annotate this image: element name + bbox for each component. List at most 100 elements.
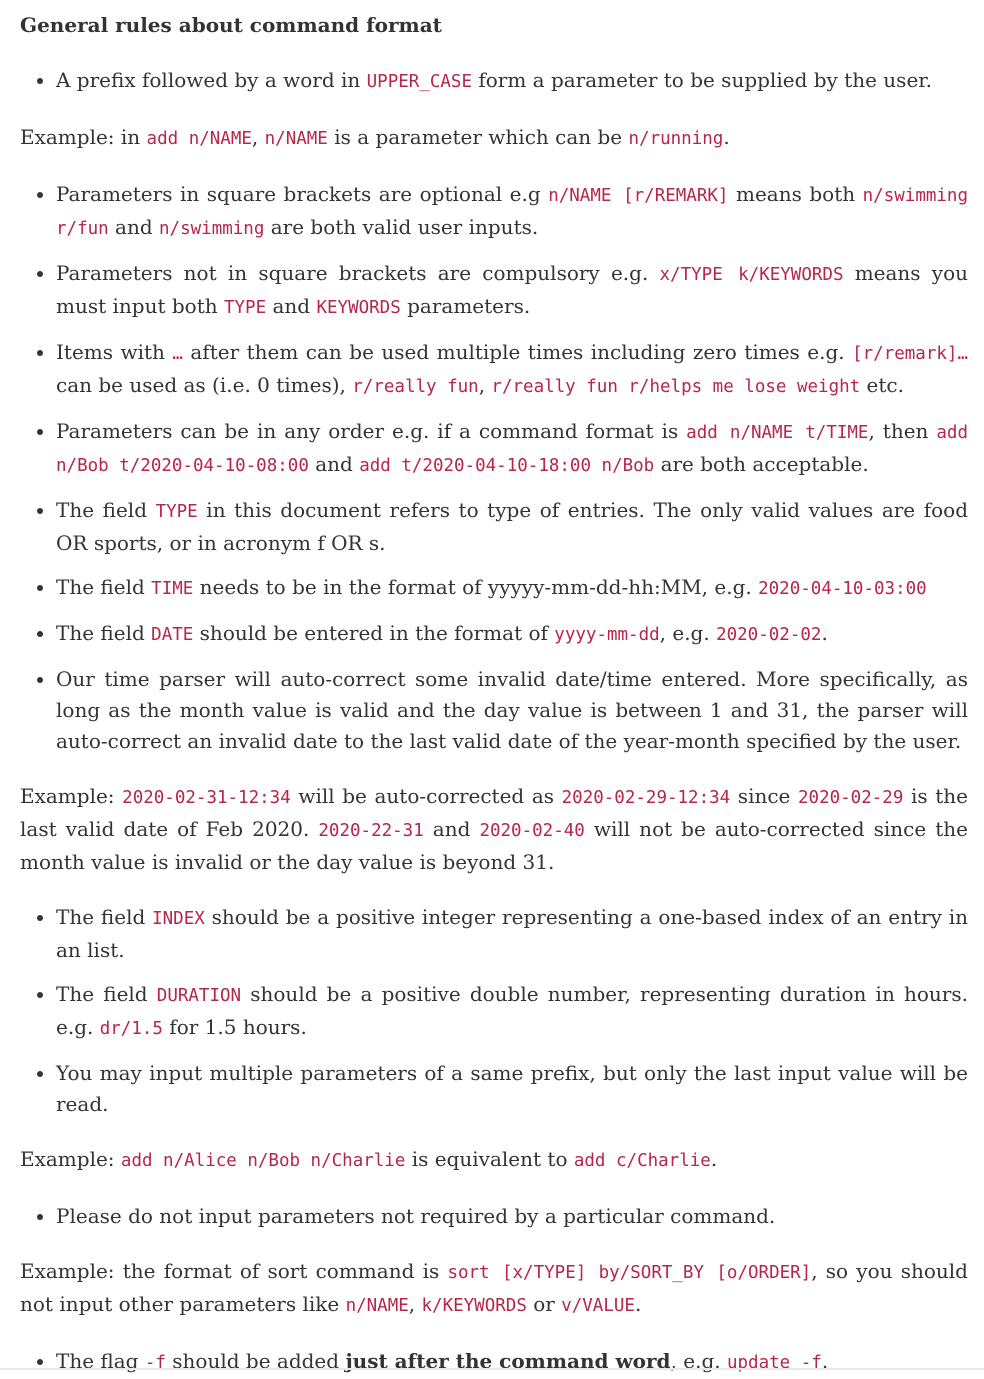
text-run: after them can be used multiple times in… <box>182 340 853 364</box>
example-paragraph: Example: the format of sort command is s… <box>20 1256 968 1322</box>
rule-item: A prefix followed by a word in UPPER_CAS… <box>56 65 968 98</box>
text-run: form a parameter to be supplied by the u… <box>471 68 932 92</box>
rule-item: The field TYPE in this document refers t… <box>56 495 968 559</box>
text-run: , <box>408 1292 422 1316</box>
rule-item: Our time parser will auto-correct some i… <box>56 664 968 757</box>
rule-item: Parameters can be in any order e.g. if a… <box>56 416 968 482</box>
rule-item: Parameters in square brackets are option… <box>56 179 968 245</box>
inline-code: yyyy-mm-dd <box>554 625 660 645</box>
rule-list: Please do not input parameters not requi… <box>20 1201 968 1232</box>
rule-item: The field INDEX should be a positive int… <box>56 902 968 966</box>
text-run: , <box>251 125 265 149</box>
text-run: can be used as <box>56 373 213 397</box>
inline-code: 2020-02-31-12:34 <box>122 788 291 808</box>
rule-list: Parameters in square brackets are option… <box>20 179 968 757</box>
inline-code: n/swimming <box>159 219 265 239</box>
text-run: Example: <box>20 784 123 808</box>
rule-item: Please do not input parameters not requi… <box>56 1201 968 1232</box>
text-run: since <box>730 784 798 808</box>
inline-code: sort [x/TYPE] by/SORT_BY [o/ORDER] <box>447 1263 812 1283</box>
rule-item: You may input multiple parameters of a s… <box>56 1058 968 1120</box>
inline-code: add n/NAME t/TIME <box>686 423 869 443</box>
inline-code: dr/1.5 <box>99 1019 163 1039</box>
example-paragraph: Example: add n/Alice n/Bob n/Charlie is … <box>20 1144 968 1177</box>
text-run: Items with <box>56 340 173 364</box>
text-run: The field <box>56 982 157 1006</box>
rule-item: Items with … after them can be used mult… <box>56 337 968 403</box>
inline-code: 2020-22-31 <box>318 821 424 841</box>
text-run: will be auto-corrected as <box>290 784 562 808</box>
text-run: and <box>308 452 360 476</box>
inline-code: update -f <box>726 1353 822 1373</box>
section-heading: General rules about command format <box>20 13 442 37</box>
text-run: . <box>710 1147 718 1171</box>
text-run: Parameters not in square brackets are co… <box>56 261 660 285</box>
text-run: The field <box>56 621 152 645</box>
text-run: parameters. <box>400 294 531 318</box>
text-run: and <box>108 215 160 239</box>
inline-code: x/TYPE k/KEYWORDS <box>659 265 844 285</box>
inline-code: KEYWORDS <box>316 298 401 318</box>
rule-list: A prefix followed by a word in UPPER_CAS… <box>20 65 968 98</box>
inline-code: k/KEYWORDS <box>421 1296 527 1316</box>
text-run: The field <box>56 498 156 522</box>
inline-code: add c/Charlie <box>573 1151 711 1171</box>
text-run: , <box>478 373 492 397</box>
rule-item: The field DURATION should be a positive … <box>56 979 968 1045</box>
text-run: should be entered in the format of <box>193 621 555 645</box>
inline-code: 2020-02-40 <box>479 821 585 841</box>
text-run: are both acceptable. <box>654 452 869 476</box>
inline-code: add t/2020-04-10-18:00 n/Bob <box>359 456 655 476</box>
inline-code: n/NAME [r/REMARK] <box>548 186 729 206</box>
inline-code: -f <box>144 1353 166 1373</box>
text-run: . <box>634 1292 642 1316</box>
inline-code: 2020-02-02 <box>716 625 822 645</box>
text-run: or <box>526 1292 562 1316</box>
inline-code: UPPER_CASE <box>366 72 472 92</box>
inline-code: v/VALUE <box>561 1296 635 1316</box>
rule-item: Parameters not in square brackets are co… <box>56 258 968 324</box>
text-run: A prefix followed by a word in <box>56 68 367 92</box>
inline-code: TIME <box>151 579 194 599</box>
example-paragraph: Example: in add n/NAME, n/NAME is a para… <box>20 122 968 155</box>
text-run: Parameters in square brackets are option… <box>56 182 549 206</box>
inline-code: … <box>172 344 183 364</box>
rule-item: The field DATE should be entered in the … <box>56 618 968 651</box>
text-run: Example: <box>20 1147 121 1171</box>
inline-code: 2020-02-29 <box>798 788 904 808</box>
text-run: . <box>723 125 730 149</box>
example-paragraph: Example: 2020-02-31-12:34 will be auto-c… <box>20 781 968 878</box>
inline-code: n/running <box>628 129 724 149</box>
text-run: etc. <box>860 373 904 397</box>
text-run: and <box>266 294 317 318</box>
inline-code: n/NAME <box>264 129 328 149</box>
text-run: Example: the format of sort command is <box>20 1259 448 1283</box>
text-run: is a parameter which can be <box>327 125 629 149</box>
text-run: Parameters can be in any order e.g. if a… <box>56 419 687 443</box>
text-run: . <box>821 621 828 645</box>
inline-code: r/really fun <box>352 377 479 397</box>
text-run: is equivalent to <box>405 1147 574 1171</box>
text-run: needs to be in the format of yyyyy-mm-dd… <box>193 575 759 599</box>
text-run: , e.g. <box>659 621 717 645</box>
text-run: The field <box>56 905 153 929</box>
text-run: for 1.5 hours. <box>162 1015 307 1039</box>
inline-code: TYPE <box>223 298 267 318</box>
text-run: are both valid user inputs. <box>264 215 539 239</box>
text-run: Our time parser will auto-correct some i… <box>56 667 968 753</box>
text-run: You may input multiple parameters of a s… <box>56 1061 968 1116</box>
rule-list: The flag -f should be added just after t… <box>20 1346 968 1379</box>
inline-code: TYPE <box>155 502 198 522</box>
rule-item: The flag -f should be added just after t… <box>56 1346 968 1379</box>
inline-code: DATE <box>151 625 194 645</box>
inline-code: 2020-02-29-12:34 <box>561 788 731 808</box>
inline-code: [r/remark]… <box>852 344 968 364</box>
text-run: , then <box>868 419 937 443</box>
rule-list: The field INDEX should be a positive int… <box>20 902 968 1120</box>
text-run: and <box>423 817 480 841</box>
inline-code: add n/Alice n/Bob n/Charlie <box>120 1151 406 1171</box>
inline-code: INDEX <box>152 909 205 929</box>
rule-item: The field TIME needs to be in the format… <box>56 572 968 605</box>
inline-code: 2020-04-10-03:00 <box>758 579 927 599</box>
text-run: Please do not input parameters not requi… <box>56 1204 776 1228</box>
